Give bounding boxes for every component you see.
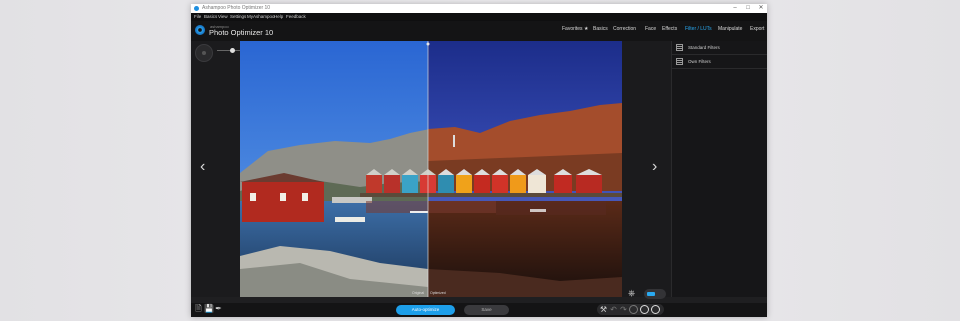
close-icon[interactable]: ✕ xyxy=(755,4,767,13)
history-toolbar: ⚒ ↶ ↷ xyxy=(597,304,664,315)
panel-item-standard-filters[interactable]: Standard Filters xyxy=(672,41,767,55)
chevron-right-icon[interactable]: › xyxy=(652,159,657,175)
grid-icon xyxy=(676,44,683,51)
rotate-icon[interactable] xyxy=(629,305,638,314)
app-window: Ashampoo Photo Optimizer 10 – □ ✕ File B… xyxy=(191,4,767,317)
left-gutter xyxy=(191,41,240,297)
grid-icon xyxy=(676,58,683,65)
chevron-left-icon[interactable]: ‹ xyxy=(200,159,205,175)
tab-correction[interactable]: Correction xyxy=(613,26,636,32)
tab-face[interactable]: Face xyxy=(645,26,656,32)
undo-icon[interactable]: ↶ xyxy=(609,305,618,314)
menu-feedback[interactable]: Feedback xyxy=(286,13,306,21)
tab-manipulate[interactable]: Manipulate xyxy=(718,26,742,32)
save-button[interactable]: Save xyxy=(464,305,509,315)
redo-icon[interactable]: ↷ xyxy=(619,305,628,314)
optimized-label: Optimized xyxy=(430,291,446,295)
settings-icon[interactable] xyxy=(651,305,660,314)
zoom-slider-handle[interactable] xyxy=(230,47,235,53)
photo-preview: Original Optimized xyxy=(240,41,622,297)
original-label: Original xyxy=(412,291,425,295)
menu-settings[interactable]: Settings xyxy=(230,13,246,21)
photo-canvas xyxy=(240,41,622,297)
menu-myashampoo[interactable]: MyAshampoo xyxy=(247,13,275,21)
app-name: Photo Optimizer 10 xyxy=(209,28,274,37)
right-gutter xyxy=(622,41,671,297)
file-icon[interactable]: 🗎 xyxy=(194,304,203,313)
menu-view[interactable]: View xyxy=(218,13,228,21)
tab-effects[interactable]: Effects xyxy=(662,26,677,32)
panel-item-label: Own Filters xyxy=(688,59,711,64)
tab-filter-luts[interactable]: Filter / LUTs xyxy=(685,26,712,32)
menu-basics[interactable]: Basics xyxy=(204,13,217,21)
tools-icon[interactable]: ⚒ xyxy=(599,305,608,314)
menu-file[interactable]: File xyxy=(194,13,201,21)
panel-item-own-filters[interactable]: Own Filters xyxy=(672,55,767,69)
menu-bar: File Basics View Settings MyAshampoo Hel… xyxy=(191,13,767,21)
menu-help[interactable]: Help xyxy=(274,13,283,21)
split-view-toggle[interactable] xyxy=(644,289,666,299)
brush-icon[interactable]: ✒ xyxy=(214,304,223,313)
tab-basics[interactable]: Basics xyxy=(593,26,608,32)
app-header: ashampoo Photo Optimizer 10 Favorites ★ … xyxy=(191,21,767,41)
title-bar: Ashampoo Photo Optimizer 10 – □ ✕ xyxy=(191,4,767,13)
tab-export[interactable]: Export xyxy=(750,26,764,32)
app-icon xyxy=(194,6,199,11)
view-mode-dial[interactable] xyxy=(195,44,213,62)
save-icon[interactable]: 💾 xyxy=(204,304,214,313)
history-icon[interactable] xyxy=(640,305,649,314)
auto-optimize-button[interactable]: Auto-optimize xyxy=(396,305,455,315)
shutter-logo-icon xyxy=(195,25,205,35)
maximize-icon[interactable]: □ xyxy=(742,4,754,13)
window-title: Ashampoo Photo Optimizer 10 xyxy=(202,5,271,11)
minimize-icon[interactable]: – xyxy=(729,4,741,13)
filter-panel: Standard Filters Own Filters xyxy=(671,41,767,297)
tab-favorites[interactable]: Favorites ★ xyxy=(562,26,588,32)
panel-item-label: Standard Filters xyxy=(688,45,720,50)
compare-icon[interactable]: ⎈ xyxy=(628,288,635,299)
